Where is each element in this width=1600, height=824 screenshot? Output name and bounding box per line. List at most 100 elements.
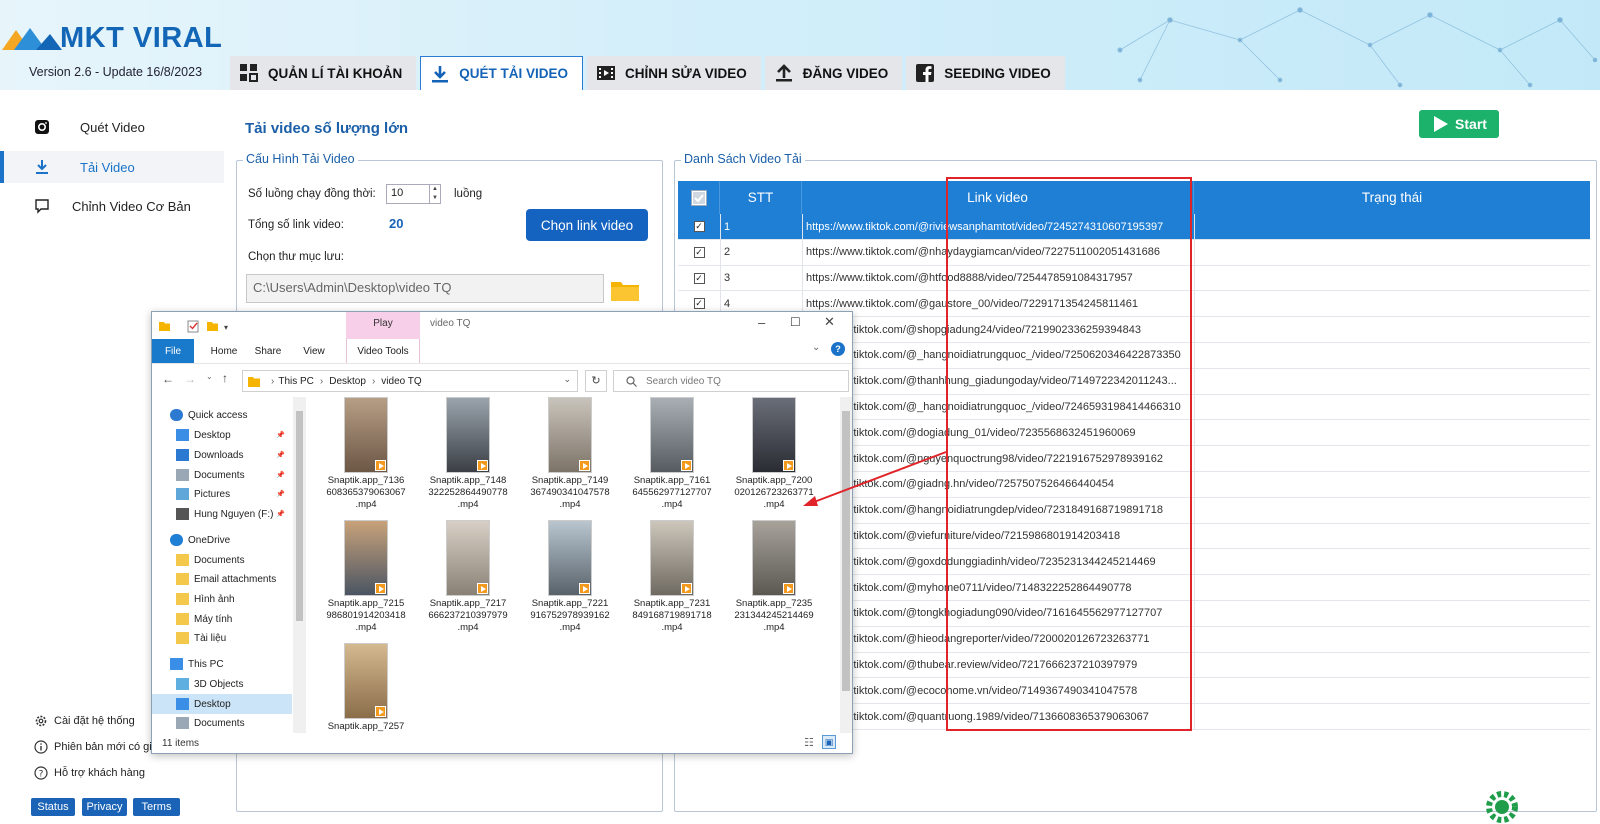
nav-item[interactable]: Email attachments [152, 569, 292, 589]
terms-button[interactable]: Terms [133, 798, 180, 816]
close-icon[interactable]: ✕ [824, 314, 835, 330]
back-arrow-icon[interactable]: ← [162, 372, 174, 386]
whats-new-link[interactable]: Phiên bản mới có gi [34, 740, 152, 754]
system-settings-link[interactable]: Cài đặt hệ thống [34, 714, 135, 728]
pin-icon[interactable]: 📌 [276, 451, 285, 459]
video-thumbnail [344, 397, 388, 473]
row-checkbox[interactable]: ✓ [693, 272, 705, 284]
nav-item[interactable]: Hung Nguyen (F:) 📌 [152, 504, 292, 524]
folder-icon[interactable] [610, 278, 640, 302]
tab-edit-video[interactable]: CHỈNH SỬA VIDEO [587, 56, 761, 90]
customer-support-link[interactable]: ? Hỗ trợ khách hàng [34, 766, 145, 780]
file-item[interactable]: Snaptik.app_7217 666237210397979 .mp4 [418, 520, 518, 640]
file-item[interactable]: Snaptik.app_7221 916752978939162 .mp4 [520, 520, 620, 640]
sidebar-item-scan-video[interactable]: Quét Video [0, 111, 224, 143]
nav-item[interactable]: OneDrive [152, 530, 292, 550]
file-item[interactable]: Snaptik.app_7161 645562977127707 .mp4 [622, 397, 722, 517]
pin-icon[interactable]: 📌 [276, 431, 285, 439]
choose-link-button[interactable]: Chọn link video [526, 209, 648, 241]
file-item[interactable]: Snaptik.app_7231 849168719891718 .mp4 [622, 520, 722, 640]
video-thumbnail [650, 520, 694, 596]
forward-arrow-icon[interactable]: → [184, 372, 196, 386]
nav-item[interactable]: Desktop [152, 694, 292, 714]
file-name: Snaptik.app_7217 666237210397979 .mp4 [428, 598, 508, 633]
help-icon[interactable]: ? [831, 342, 845, 356]
tab-seeding-video[interactable]: SEEDING VIDEO [906, 56, 1065, 90]
start-button[interactable]: Start [1419, 110, 1499, 138]
file-item[interactable]: Snaptik.app_7148 322252864490778 .mp4 [418, 397, 518, 517]
nav-scroll-thumb[interactable] [296, 411, 303, 621]
recent-dropdown-icon[interactable]: ⌄ [206, 372, 213, 381]
file-item[interactable]: Snaptik.app_7136 608365379063067 .mp4 [316, 397, 416, 517]
video-play-badge-icon [783, 583, 794, 594]
refresh-icon[interactable]: ↻ [585, 370, 607, 392]
ribbon-tab-home[interactable]: Home [204, 339, 244, 363]
nav-item[interactable]: Documents [152, 550, 292, 570]
row-link: ww.tiktok.com/@ecocohome.vn/video/714936… [835, 684, 1138, 697]
table-row[interactable]: ✓ 2 https://www.tiktok.com/@nhaydaygiamcan… [678, 240, 1590, 266]
threads-stepper[interactable]: 10 ▲ ▼ [386, 184, 441, 204]
row-checkbox[interactable]: ✓ [693, 221, 705, 232]
pin-icon[interactable]: 📌 [276, 490, 285, 498]
details-view-icon[interactable]: ☷ [804, 736, 814, 749]
file-item[interactable]: Snaptik.app_7200 020126723263771 .mp4 [724, 397, 824, 517]
video-thumbnail [344, 643, 388, 719]
quick-access-toolbar-icon[interactable]: ▾ [158, 319, 230, 333]
column-header-stt[interactable]: STT [720, 181, 802, 214]
file-item[interactable]: Snaptik.app_7235 231344245214469 .mp4 [724, 520, 824, 640]
row-checkbox[interactable]: ✓ [693, 298, 705, 310]
nav-scrollbar[interactable] [293, 397, 306, 733]
files-scroll-thumb[interactable] [842, 411, 850, 691]
privacy-button[interactable]: Privacy [82, 798, 127, 816]
nav-item[interactable]: Hình ảnh [152, 589, 292, 609]
play-context-label[interactable]: Play [346, 318, 420, 329]
sidebar-item-download-video[interactable]: Tải Video [0, 151, 224, 183]
file-item[interactable]: Snaptik.app_7149 367490341047578 .mp4 [520, 397, 620, 517]
ribbon-tab-share[interactable]: Share [248, 339, 288, 363]
nav-item[interactable]: Quick access [152, 405, 292, 425]
ribbon-tab-video-tools[interactable]: Video Tools [346, 339, 420, 363]
up-arrow-icon[interactable]: ↑ [222, 371, 228, 385]
row-checkbox[interactable]: ✓ [693, 246, 705, 258]
sidebar-item-basic-edit[interactable]: Chỉnh Video Cơ Bản [0, 190, 224, 222]
nav-item[interactable]: Desktop 📌 [152, 425, 292, 445]
search-input[interactable]: Search video TQ [613, 370, 849, 392]
nav-item[interactable]: Documents 📌 [152, 465, 292, 485]
select-all-checkbox[interactable] [678, 181, 720, 214]
nav-item[interactable]: This PC [152, 654, 292, 674]
nav-item[interactable]: Tài liệu [152, 628, 292, 648]
tab-account-management[interactable]: QUẢN LÍ TÀI KHOẢN [230, 56, 417, 90]
ribbon-tab-view[interactable]: View [294, 339, 334, 363]
nav-item[interactable]: 3D Objects [152, 674, 292, 694]
pin-icon[interactable]: 📌 [276, 510, 285, 518]
column-header-link[interactable]: Link video [802, 181, 1194, 214]
ribbon-expand-icon[interactable]: ⌄ [812, 342, 820, 353]
breadcrumb-video-tq[interactable]: video TQ [381, 376, 421, 387]
files-scrollbar[interactable] [840, 397, 852, 733]
address-bar[interactable]: › This PC › Desktop › video TQ ⌄ [242, 370, 578, 392]
spinner-arrows-icon[interactable]: ▲ ▼ [429, 185, 440, 203]
breadcrumb-this-pc[interactable]: This PC [278, 376, 314, 387]
file-item[interactable]: Snaptik.app_7257 [316, 643, 416, 733]
nav-item-label: This PC [188, 658, 224, 670]
nav-item[interactable]: Máy tính [152, 609, 292, 629]
tab-post-video[interactable]: ĐĂNG VIDEO [764, 56, 903, 90]
main-tabs: QUẢN LÍ TÀI KHOẢN QUÉT TẢI VIDEO CHỈNH S… [230, 56, 1069, 90]
table-row[interactable]: ✓ 3 https://www.tiktok.com/@htfood8888/vid… [678, 266, 1590, 292]
minimize-icon[interactable]: – [758, 315, 765, 330]
status-button[interactable]: Status [31, 798, 75, 816]
pin-icon[interactable]: 📌 [276, 471, 285, 479]
ribbon-tab-file[interactable]: File [152, 339, 194, 363]
column-header-status[interactable]: Trạng thái [1194, 181, 1590, 214]
nav-item[interactable]: Documents [152, 713, 292, 733]
nav-item[interactable]: Downloads 📌 [152, 445, 292, 465]
breadcrumb-desktop[interactable]: Desktop [329, 376, 366, 387]
table-row[interactable]: ✓ 1 https://www.tiktok.com/@riviewsanphamt… [678, 214, 1590, 240]
nav-item[interactable]: Pictures 📌 [152, 484, 292, 504]
large-icons-view-icon[interactable]: ▣ [822, 735, 836, 749]
tab-scan-download-video[interactable]: QUÉT TẢI VIDEO [420, 56, 584, 90]
maximize-icon[interactable]: ☐ [790, 315, 801, 329]
file-item[interactable]: Snaptik.app_7215 986801914203418 .mp4 [316, 520, 416, 640]
address-dropdown-icon[interactable]: ⌄ [563, 374, 571, 385]
save-folder-input[interactable]: C:\Users\Admin\Desktop\video TQ [246, 274, 604, 303]
